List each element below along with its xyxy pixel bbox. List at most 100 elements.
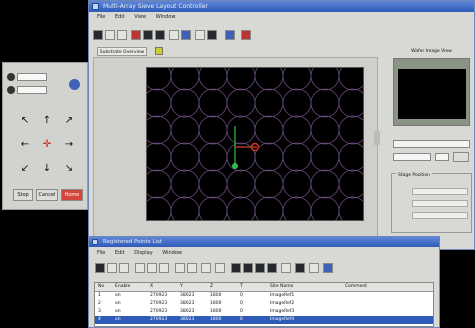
site-circle[interactable] xyxy=(198,115,228,145)
site-circle[interactable] xyxy=(282,115,312,145)
menu-file[interactable]: File xyxy=(97,14,105,20)
window-icon[interactable] xyxy=(225,30,235,40)
site-circle[interactable] xyxy=(254,196,284,226)
site-circle[interactable] xyxy=(254,88,284,118)
main-titlebar[interactable]: Multi-Array Sieve Layout Controller xyxy=(89,1,474,12)
disk-icon[interactable] xyxy=(295,263,305,273)
tab-substrate[interactable]: Substrate Overview xyxy=(97,47,147,56)
col-enable[interactable]: Enable xyxy=(115,283,130,291)
col-t[interactable]: T xyxy=(240,283,243,291)
save-icon[interactable] xyxy=(105,30,115,40)
jog-center-icon[interactable]: ✛ xyxy=(41,139,53,151)
site-circle[interactable] xyxy=(142,169,172,199)
jog-up-icon[interactable]: ↑ xyxy=(41,115,53,127)
menu-window[interactable]: Window xyxy=(156,14,176,20)
site-circle[interactable] xyxy=(310,61,340,91)
site-circle[interactable] xyxy=(310,142,340,172)
site-circle[interactable] xyxy=(254,169,284,199)
home-button[interactable]: Home xyxy=(61,189,83,201)
site-circle[interactable] xyxy=(338,196,368,226)
table-row[interactable]: 4 on 270923 38023 1800 0 ImageRef4 xyxy=(95,316,433,324)
site-circle[interactable] xyxy=(198,196,228,226)
col-z[interactable]: Z xyxy=(210,283,213,291)
site-circle[interactable] xyxy=(198,169,228,199)
list-menu-display[interactable]: Display xyxy=(134,250,152,256)
site-circle[interactable] xyxy=(198,142,228,172)
batch-icon[interactable] xyxy=(231,263,241,273)
list-icon[interactable] xyxy=(169,30,179,40)
chip-icon[interactable] xyxy=(207,30,217,40)
image-icon[interactable] xyxy=(255,263,265,273)
site-circle[interactable] xyxy=(170,61,200,91)
site-circle[interactable] xyxy=(310,88,340,118)
new-icon[interactable] xyxy=(95,263,105,273)
site-circle[interactable] xyxy=(282,142,312,172)
site-circle[interactable] xyxy=(338,115,368,145)
copy-icon[interactable] xyxy=(147,263,157,273)
site-circle[interactable] xyxy=(254,115,284,145)
list-menu-window[interactable]: Window xyxy=(162,250,182,256)
step-select[interactable] xyxy=(393,153,431,161)
site-circle[interactable] xyxy=(310,115,340,145)
site-circle[interactable] xyxy=(338,169,368,199)
help-icon[interactable] xyxy=(323,263,333,273)
cross-icon[interactable] xyxy=(143,30,153,40)
site-circle[interactable] xyxy=(282,169,312,199)
jog-right-icon[interactable]: → xyxy=(63,139,75,151)
step-value[interactable] xyxy=(435,153,449,161)
export-icon[interactable] xyxy=(267,263,277,273)
tab-close-icon[interactable] xyxy=(155,47,163,55)
camera-icon[interactable] xyxy=(195,30,205,40)
delete-icon[interactable] xyxy=(175,263,185,273)
site-circle[interactable] xyxy=(170,169,200,199)
site-circle[interactable] xyxy=(226,61,256,91)
menu-view[interactable]: View xyxy=(134,14,146,20)
move-icon[interactable] xyxy=(187,263,197,273)
cancel-button[interactable]: Cancel xyxy=(36,189,58,201)
register-icon[interactable] xyxy=(201,263,211,273)
step-apply-button[interactable] xyxy=(453,152,469,162)
open-list-icon[interactable] xyxy=(107,263,117,273)
list-menu-edit[interactable]: Edit xyxy=(115,250,125,256)
table-row[interactable]: 2 on 270923 38023 1800 0 ImageRef2 xyxy=(95,300,433,308)
site-circle[interactable] xyxy=(226,88,256,118)
link-icon[interactable] xyxy=(69,79,80,90)
site-circle[interactable] xyxy=(310,196,340,226)
points-table[interactable]: No Enable X Y Z T Site Name Comment 1 on 2… xyxy=(94,282,434,327)
col-comment[interactable]: Comment xyxy=(345,283,367,291)
edit-icon[interactable] xyxy=(135,263,145,273)
table-row[interactable]: 3 on 270923 38023 1800 0 ImageRef3 xyxy=(95,308,433,316)
site-circle[interactable] xyxy=(282,88,312,118)
site-circle[interactable] xyxy=(170,88,200,118)
site-circle[interactable] xyxy=(142,88,172,118)
col-no[interactable]: No xyxy=(98,283,104,291)
site-circle[interactable] xyxy=(254,61,284,91)
site-circle[interactable] xyxy=(142,142,172,172)
mode-select[interactable] xyxy=(393,140,470,148)
site-circle[interactable] xyxy=(282,196,312,226)
stop-icon[interactable] xyxy=(241,30,251,40)
run-icon[interactable] xyxy=(243,263,253,273)
report-icon[interactable] xyxy=(309,263,319,273)
table-row[interactable]: 1 on 270923 38023 1800 0 ImageRef1 xyxy=(95,292,433,300)
site-circle[interactable] xyxy=(170,196,200,226)
col-y[interactable]: Y xyxy=(180,283,183,291)
site-circle[interactable] xyxy=(282,61,312,91)
menu-edit[interactable]: Edit xyxy=(115,14,125,20)
wafer-canvas[interactable] xyxy=(142,61,368,226)
import-icon[interactable] xyxy=(215,263,225,273)
site-circle[interactable] xyxy=(226,169,256,199)
grid-icon[interactable] xyxy=(155,30,165,40)
stop-button[interactable]: Stop xyxy=(13,189,33,201)
radio-coarse[interactable] xyxy=(7,73,15,81)
coarse-step-field[interactable] xyxy=(17,73,47,81)
site-circle[interactable] xyxy=(254,142,284,172)
paste-icon[interactable] xyxy=(159,263,169,273)
site-circle[interactable] xyxy=(338,88,368,118)
col-site[interactable]: Site Name xyxy=(270,283,293,291)
canvas-scrollbar[interactable] xyxy=(374,131,380,145)
site-circle[interactable] xyxy=(338,61,368,91)
list-titlebar[interactable]: Registered Points List xyxy=(89,237,439,247)
site-circle[interactable] xyxy=(142,115,172,145)
site-circle[interactable] xyxy=(142,196,172,226)
